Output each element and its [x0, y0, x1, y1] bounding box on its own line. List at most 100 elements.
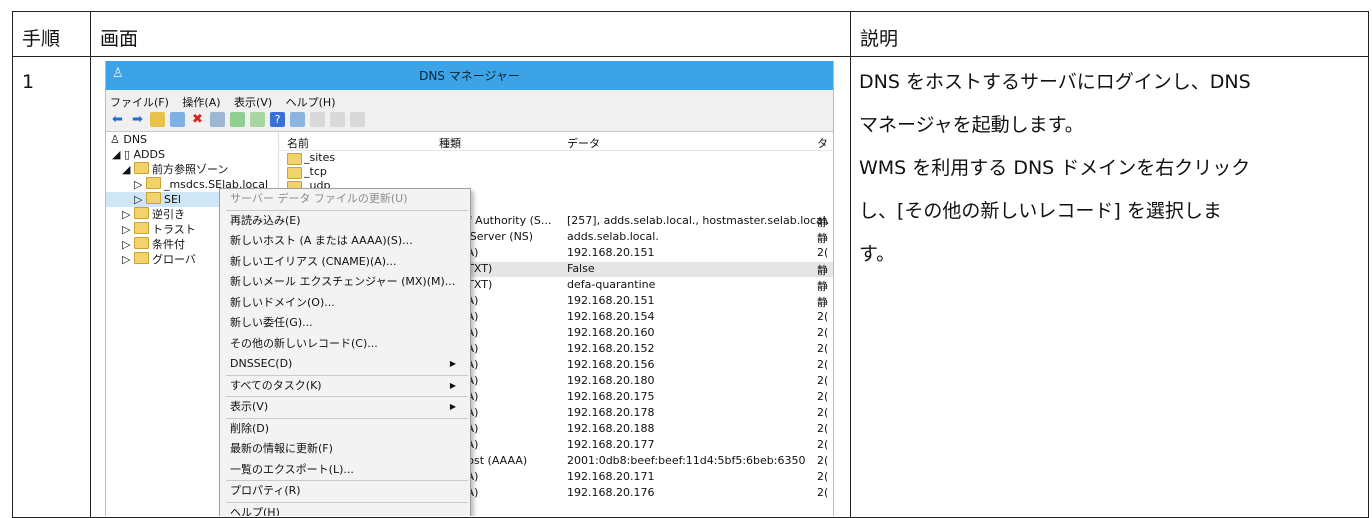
header-step: 手順: [22, 28, 61, 50]
menu-help[interactable]: ヘルプ(H): [286, 96, 336, 109]
record-ts: 2(: [817, 486, 829, 499]
column-name[interactable]: 名前: [287, 135, 309, 151]
record-data: 192.168.20.175: [567, 390, 655, 403]
record-data: 192.168.20.160: [567, 326, 655, 339]
menu-item-label: ヘルプ(H): [230, 505, 280, 517]
record-ts: 静: [817, 296, 828, 309]
context-menu-item[interactable]: 一覧のエクスポート(L)...: [220, 460, 470, 481]
up-folder-icon[interactable]: [150, 112, 165, 127]
record-ts: 2(: [817, 438, 829, 451]
menu-item-label: すべてのタスク(K): [230, 378, 322, 392]
submenu-arrow-icon: ▶: [449, 402, 456, 411]
menu-item-label: DNSSEC(D): [230, 357, 293, 370]
record-data: False: [567, 262, 595, 275]
context-menu-item[interactable]: 再読み込み(E): [220, 211, 470, 232]
menu-action[interactable]: 操作(A): [182, 96, 220, 109]
toolbar: ⬅ ➡ ✖ ?: [106, 108, 833, 132]
context-menu-item[interactable]: その他の新しいレコード(C)...: [220, 334, 470, 355]
context-menu-item[interactable]: サーバー データ ファイルの更新(U): [220, 189, 470, 210]
menu-view[interactable]: 表示(V): [234, 96, 272, 109]
menu-file[interactable]: ファイル(F): [110, 96, 169, 109]
column-data[interactable]: データ: [567, 135, 600, 151]
menu-item-label: その他の新しいレコード(C)...: [230, 336, 378, 350]
record-data: 192.168.20.188: [567, 422, 655, 435]
record-ts: 2(: [817, 374, 829, 387]
menu-item-label: 再読み込み(E): [230, 213, 301, 227]
folder-icon: [133, 222, 149, 234]
back-arrow-icon[interactable]: ⬅: [110, 112, 125, 127]
context-menu-item[interactable]: 削除(D): [220, 419, 470, 440]
menu-item-label: 新しいエイリアス (CNAME)(A)...: [230, 254, 397, 268]
context-menu-item[interactable]: 新しいホスト (A または AAAA)(S)...: [220, 231, 470, 252]
record-data: 192.168.20.151: [567, 246, 655, 259]
record-ts: 静: [817, 216, 828, 229]
list-icon[interactable]: [330, 112, 345, 127]
record-data: 192.168.20.178: [567, 406, 655, 419]
menu-item-label: 新しいドメイン(O)...: [230, 295, 335, 309]
context-menu-item[interactable]: 新しいメール エクスチェンジャー (MX)(M)...: [220, 272, 470, 293]
folder-icon: [287, 153, 302, 165]
record-data: 192.168.20.154: [567, 310, 655, 323]
menu-item-label: サーバー データ ファイルの更新(U): [230, 192, 408, 205]
details-icon[interactable]: [350, 112, 365, 127]
record-ts: 静: [817, 264, 828, 277]
list-item-folder[interactable]: _tcp: [279, 165, 833, 180]
record-ts: 2(: [817, 422, 829, 435]
record-ts: 2(: [817, 470, 829, 483]
context-menu-item[interactable]: 新しいエイリアス (CNAME)(A)...: [220, 252, 470, 273]
context-menu-item[interactable]: 最新の情報に更新(F): [220, 439, 470, 460]
description-line: し、[その他の新しいレコード] を選択しま: [859, 200, 1222, 222]
record-data: 192.168.20.180: [567, 374, 655, 387]
record-data: 192.168.20.156: [567, 358, 655, 371]
folder-icon: [287, 167, 302, 179]
column-type[interactable]: 種類: [439, 135, 461, 151]
record-ts: 2(: [817, 310, 829, 323]
submenu-arrow-icon: ▶: [449, 380, 456, 390]
properties-icon[interactable]: [210, 112, 225, 127]
delete-icon[interactable]: ✖: [190, 112, 205, 127]
record-ts: 2(: [817, 454, 829, 467]
folder-icon: [133, 207, 149, 219]
zone-icon: [145, 177, 161, 189]
tree-item-adds[interactable]: ◢ ▯ ADDS: [106, 147, 278, 162]
tree-item-forward-zones[interactable]: ◢ 前方参照ゾーン: [106, 162, 278, 177]
context-menu-item[interactable]: ヘルプ(H): [220, 503, 470, 517]
record-ts: 2(: [817, 390, 829, 403]
zone-icon: [145, 192, 161, 204]
view-icon[interactable]: [290, 112, 305, 127]
record-data: 2001:0db8:beef:beef:11d4:5bf5:6beb:6350: [567, 454, 806, 467]
record-data: 192.168.20.177: [567, 438, 655, 451]
list-item-folder[interactable]: _sites: [279, 151, 833, 166]
header-description: 説明: [860, 28, 899, 50]
record-ts: 2(: [817, 358, 829, 371]
context-menu-item[interactable]: DNSSEC(D) ▶: [220, 354, 470, 375]
record-ts: 2(: [817, 406, 829, 419]
description-line: マネージャを起動します。: [859, 114, 1084, 136]
refresh-icon[interactable]: [230, 112, 245, 127]
menu-item-label: 表示(V): [230, 400, 269, 413]
server-icon[interactable]: [310, 112, 325, 127]
record-ts: 2(: [817, 246, 829, 259]
context-menu-item[interactable]: 新しいドメイン(O)...: [220, 293, 470, 314]
console-tree-icon[interactable]: [170, 112, 185, 127]
description-line: WMS を利用する DNS ドメインを右クリック: [859, 157, 1251, 179]
record-data: defa-quarantine: [567, 278, 656, 291]
menu-item-label: 新しいメール エクスチェンジャー (MX)(M)...: [230, 275, 456, 288]
context-menu-item[interactable]: 表示(V) ▶: [220, 397, 470, 418]
export-icon[interactable]: [250, 112, 265, 127]
folder-name: _tcp: [304, 165, 327, 178]
folder-icon: [133, 252, 149, 264]
header-screen: 画面: [100, 28, 139, 50]
context-menu-item[interactable]: すべてのタスク(K) ▶: [220, 376, 470, 397]
context-menu-item[interactable]: 新しい委任(G)...: [220, 313, 470, 334]
tree-item-dns[interactable]: ♙ DNS: [106, 132, 278, 147]
record-data: 192.168.20.152: [567, 342, 655, 355]
forward-arrow-icon[interactable]: ➡: [130, 112, 145, 127]
context-menu-item[interactable]: プロパティ(R): [220, 481, 470, 502]
menu-bar: ファイル(F) 操作(A) 表示(V) ヘルプ(H): [106, 90, 833, 109]
folder-name: _sites: [304, 151, 336, 164]
help-icon[interactable]: ?: [270, 112, 285, 127]
column-timestamp[interactable]: タ: [817, 135, 828, 151]
record-data: [257], adds.selab.local., hostmaster.sel…: [567, 214, 830, 227]
menu-item-label: 一覧のエクスポート(L)...: [230, 462, 354, 476]
